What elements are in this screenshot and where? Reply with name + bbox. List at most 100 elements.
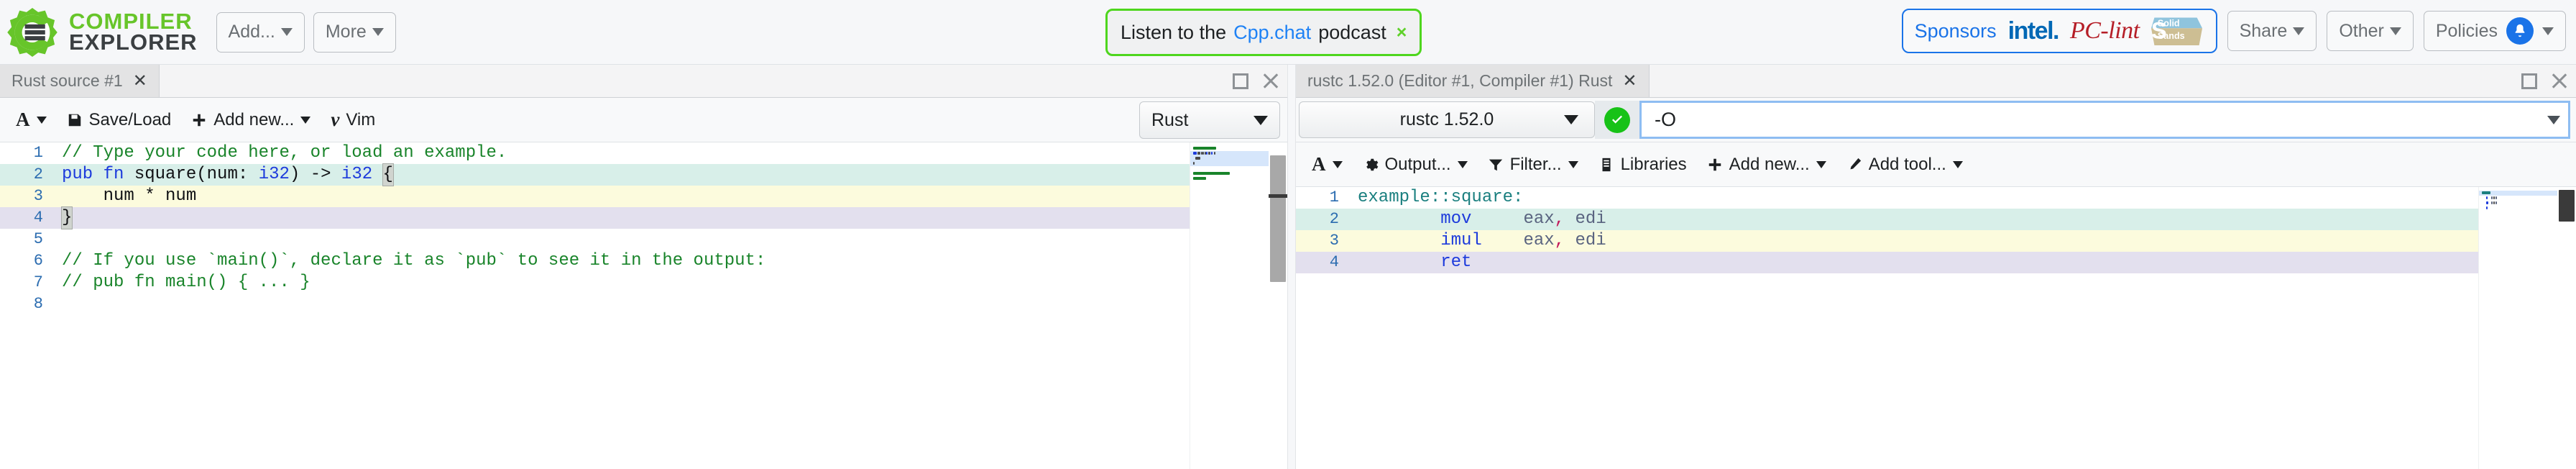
filter-button[interactable]: Filter... [1478,150,1588,179]
add-tool-button[interactable]: Add tool... [1836,150,1973,179]
check-glyph [1612,115,1622,124]
asm-scrollbar[interactable] [2557,187,2576,469]
compiler-options-wrap [1639,101,2570,139]
maximize-icon[interactable] [1233,73,1248,89]
policies-dropdown-label: Policies [2435,20,2498,41]
asm-font-size-button[interactable]: A [1302,149,1353,180]
language-select[interactable]: Rust [1139,101,1280,139]
code-line[interactable]: 2 mov eax, edi [1296,209,2478,230]
chevron-down-icon [1332,160,1343,168]
sponsors-banner[interactable]: Sponsors intel. PC-lint Solid Sands S [1901,9,2217,53]
code-line[interactable]: 1 // Type your code here, or load an exam… [0,142,1190,164]
other-dropdown-label: Other [2339,20,2384,41]
solid-sands-logo[interactable]: Solid Sands S [2150,14,2204,47]
save-load-button[interactable]: Save/Load [57,106,182,135]
code-token: // pub fn main() { ... } [62,273,310,292]
close-pane-icon[interactable] [1261,72,1280,91]
funnel-icon [1489,159,1502,170]
code-line[interactable]: 4 ret [1296,252,2478,273]
chevron-down-icon [372,28,384,36]
save-load-label: Save/Load [88,109,172,129]
tab-compiler-1[interactable]: rustc 1.52.0 (Editor #1, Compiler #1) Ru… [1296,65,1650,97]
compiler-options-input[interactable] [1639,101,2539,139]
minimap-line [1193,162,1195,165]
minimap-line [1214,152,1215,155]
font-size-button[interactable]: A [6,104,57,135]
code-line[interactable]: 6 // If you use `main()`, declare it as `… [0,250,1190,272]
scrollbar-thumb[interactable] [2559,190,2575,222]
tab-label: Rust source #1 [12,71,123,90]
code-line[interactable]: 7 // pub fn main() { ... } [0,272,1190,293]
minimap-line [2486,201,2488,204]
code-text: pub fn square(num: i32) -> i32 { [55,163,1190,186]
code-line[interactable]: 3 imul eax, edi [1296,230,2478,252]
workspace: Rust source #1 ✕ A Save/Load Add new... … [0,65,2576,469]
asm-code-lines[interactable]: 1 example::square: 2 mov eax, edi 3 imul ea… [1296,187,2478,469]
line-number: 5 [33,230,43,248]
close-pane-icon[interactable] [2550,72,2569,91]
maximize-icon[interactable] [2521,73,2537,89]
podcast-link[interactable]: Cpp.chat [1233,22,1311,44]
editor-code-area[interactable]: 1 // Type your code here, or load an exam… [0,142,1287,469]
tab-label: rustc 1.52.0 (Editor #1, Compiler #1) Ru… [1307,71,1613,90]
code-line[interactable]: 8 [0,293,1190,315]
editor-code-lines[interactable]: 1 // Type your code here, or load an exam… [0,142,1190,469]
close-icon[interactable]: ✕ [1622,70,1637,91]
line-number: 1 [1329,188,1339,206]
code-token: : [237,165,259,184]
vim-mode-button[interactable]: v Vim [321,104,385,135]
plus-icon [1708,158,1721,170]
asm-minimap[interactable] [2478,187,2557,469]
minimap-line [1202,152,1204,155]
minimap-selection [1190,156,1269,161]
code-line[interactable]: 1 example::square: [1296,187,2478,209]
libraries-button[interactable]: Libraries [1588,150,1697,179]
compiler-add-new-button[interactable]: Add new... [1697,150,1836,179]
code-token: edi [1565,231,1606,250]
asm-code-area[interactable]: 1 example::square: 2 mov eax, edi 3 imul ea… [1296,187,2576,469]
minimap-line [2482,191,2490,194]
code-line[interactable]: 2 pub fn square(num: i32) -> i32 { [0,163,1190,186]
brand-logo[interactable]: COMPILER EXPLORER [6,6,198,59]
policies-dropdown[interactable]: Policies [2423,11,2566,51]
scrollbar-thumb[interactable] [1270,155,1286,282]
pane-splitter[interactable] [1287,65,1296,469]
close-icon[interactable]: ✕ [133,70,147,91]
gear-icon [1366,158,1378,170]
compiler-options-dropdown[interactable] [2539,101,2570,139]
editor-minimap[interactable] [1190,142,1269,469]
code-line[interactable]: 4} [0,206,1190,229]
line-number: 2 [1329,210,1339,228]
checkmark-icon [1604,106,1630,133]
chevron-down-icon [2547,115,2560,124]
code-token: imul [1440,231,1482,250]
chevron-down-icon [2293,27,2305,35]
add-new-label: Add new... [213,109,295,129]
more-dropdown[interactable]: More [313,12,396,53]
minimap-line [1193,172,1230,175]
chevron-down-icon [300,116,311,124]
tab-rust-source-1[interactable]: Rust source #1 ✕ [0,65,160,97]
other-dropdown[interactable]: Other [2327,11,2414,51]
notification-bell-icon[interactable] [2506,17,2534,45]
editor-scrollbar[interactable] [1269,142,1287,469]
output-button[interactable]: Output... [1353,150,1478,179]
code-line[interactable]: 5 [0,229,1190,250]
floppy-disk-icon [68,114,80,126]
code-line[interactable]: 3 num * num [0,186,1190,207]
chevron-down-icon [1457,160,1468,168]
close-icon[interactable]: × [1397,22,1407,43]
compiler-select[interactable]: rustc 1.52.0 [1299,101,1595,138]
share-dropdown-label: Share [2239,20,2288,41]
minimap-line [2493,201,2496,204]
intel-logo[interactable]: intel. [2008,17,2060,45]
podcast-banner[interactable]: Listen to the Cpp.chat podcast × [1105,9,1422,56]
share-dropdown[interactable]: Share [2227,11,2317,51]
pclint-logo[interactable]: PC-lint [2070,17,2140,45]
minimap-line [2493,196,2496,199]
add-new-button[interactable]: Add new... [181,106,321,135]
line-number: 4 [33,209,43,227]
add-dropdown[interactable]: Add... [216,12,305,53]
